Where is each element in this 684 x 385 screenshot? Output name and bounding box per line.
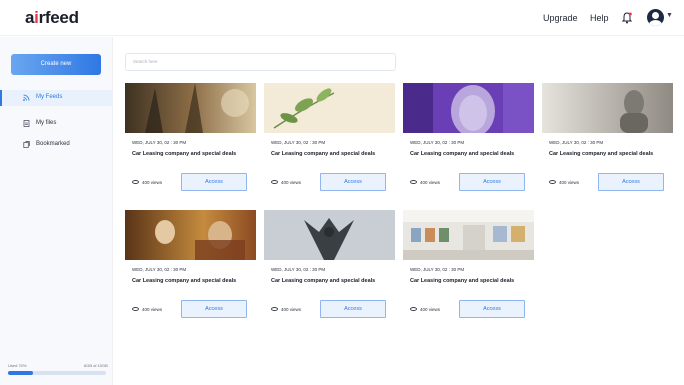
access-button[interactable]: Access	[459, 173, 525, 191]
sidebar-item-my-feeds[interactable]: My Feeds	[0, 90, 112, 106]
chevron-down-icon[interactable]: ▼	[666, 12, 673, 19]
access-button[interactable]: Access	[598, 173, 664, 191]
feed-card[interactable]: WED, JULY 30, 02 : 30 PM Car Leasing comp…	[125, 83, 256, 196]
storage-progress-fill	[8, 371, 33, 375]
eye-icon	[549, 179, 556, 184]
sidebar-item-label: My Feeds	[36, 94, 63, 100]
feed-views: 400 views	[549, 179, 580, 185]
feed-views: 400 views	[132, 306, 163, 312]
feed-date: WED, JULY 30, 02 : 30 PM	[410, 267, 465, 272]
eye-icon	[271, 179, 278, 184]
feed-title[interactable]: Car Leasing company and special deals	[410, 151, 514, 157]
views-count: 400 views	[142, 307, 163, 312]
storage-capacity-label: 6GB of 10GB	[84, 363, 108, 368]
sidebar-item-bookmarked[interactable]: Bookmarked	[0, 137, 112, 153]
feed-title[interactable]: Car Leasing company and special deals	[271, 151, 375, 157]
feed-card[interactable]: WED, JULY 30, 02 : 30 PM Car Leasing comp…	[125, 210, 256, 323]
access-button[interactable]: Access	[320, 300, 386, 318]
feed-thumbnail[interactable]	[125, 83, 256, 133]
feed-date: WED, JULY 30, 02 : 30 PM	[132, 267, 187, 272]
eye-icon	[410, 179, 417, 184]
views-count: 400 views	[281, 180, 302, 185]
storage-used-label: Used 70%	[8, 363, 27, 368]
feed-thumbnail[interactable]	[125, 210, 256, 260]
sidebar-item-my-files[interactable]: My files	[0, 116, 112, 132]
logo[interactable]: airfeed	[25, 8, 79, 28]
help-link[interactable]: Help	[590, 13, 609, 23]
feed-views: 400 views	[410, 179, 441, 185]
eye-icon	[132, 179, 139, 184]
feed-thumbnail[interactable]	[264, 83, 395, 133]
feed-date: WED, JULY 30, 02 : 30 PM	[549, 140, 604, 145]
bookmark-icon	[23, 141, 30, 148]
top-bar: airfeed Upgrade Help ▼	[0, 0, 684, 36]
views-count: 400 views	[420, 180, 441, 185]
bell-icon[interactable]	[621, 11, 633, 24]
feed-thumbnail[interactable]	[542, 83, 673, 133]
feed-title[interactable]: Car Leasing company and special deals	[549, 151, 653, 157]
views-count: 400 views	[281, 307, 302, 312]
feed-card[interactable]: WED, JULY 30, 02 : 30 PM Car Leasing comp…	[403, 83, 534, 196]
feed-views: 400 views	[132, 179, 163, 185]
feed-card[interactable]: WED, JULY 30, 02 : 30 PM Car Leasing comp…	[542, 83, 673, 196]
sidebar-item-label: My files	[36, 120, 57, 126]
storage-progress-bar	[8, 371, 106, 375]
eye-icon	[410, 306, 417, 311]
sidebar: Create new My Feeds My files Bookmarked …	[0, 37, 113, 385]
access-button[interactable]: Access	[320, 173, 386, 191]
feed-thumbnail[interactable]	[264, 210, 395, 260]
feed-thumbnail[interactable]	[403, 83, 534, 133]
views-count: 400 views	[142, 180, 163, 185]
feed-title[interactable]: Car Leasing company and special deals	[132, 278, 236, 284]
search-input[interactable]	[133, 59, 383, 64]
eye-icon	[132, 306, 139, 311]
file-icon	[23, 120, 30, 127]
avatar-icon[interactable]	[647, 9, 664, 26]
feed-thumbnail[interactable]	[403, 210, 534, 260]
feed-views: 400 views	[271, 179, 302, 185]
upgrade-link[interactable]: Upgrade	[543, 13, 578, 23]
logo-pin-mark: i	[34, 8, 39, 27]
feed-card[interactable]: WED, JULY 30, 02 : 30 PM Car Leasing comp…	[403, 210, 534, 323]
feed-date: WED, JULY 30, 02 : 30 PM	[410, 140, 465, 145]
views-count: 400 views	[420, 307, 441, 312]
create-new-button[interactable]: Create new	[11, 54, 101, 75]
feed-date: WED, JULY 30, 02 : 30 PM	[132, 140, 187, 145]
feed-date: WED, JULY 30, 02 : 30 PM	[271, 267, 326, 272]
feed-card[interactable]: WED, JULY 30, 02 : 30 PM Car Leasing comp…	[264, 210, 395, 323]
feed-date: WED, JULY 30, 02 : 30 PM	[271, 140, 326, 145]
feed-title[interactable]: Car Leasing company and special deals	[410, 278, 514, 284]
rss-icon	[23, 94, 30, 101]
access-button[interactable]: Access	[181, 300, 247, 318]
access-button[interactable]: Access	[459, 300, 525, 318]
feed-title[interactable]: Car Leasing company and special deals	[132, 151, 236, 157]
search-field[interactable]	[125, 53, 396, 71]
views-count: 400 views	[559, 180, 580, 185]
eye-icon	[271, 306, 278, 311]
feed-title[interactable]: Car Leasing company and special deals	[271, 278, 375, 284]
sidebar-item-label: Bookmarked	[36, 141, 70, 147]
feed-card[interactable]: WED, JULY 30, 02 : 30 PM Car Leasing comp…	[264, 83, 395, 196]
active-indicator	[0, 90, 2, 106]
feed-views: 400 views	[410, 306, 441, 312]
feed-views: 400 views	[271, 306, 302, 312]
access-button[interactable]: Access	[181, 173, 247, 191]
